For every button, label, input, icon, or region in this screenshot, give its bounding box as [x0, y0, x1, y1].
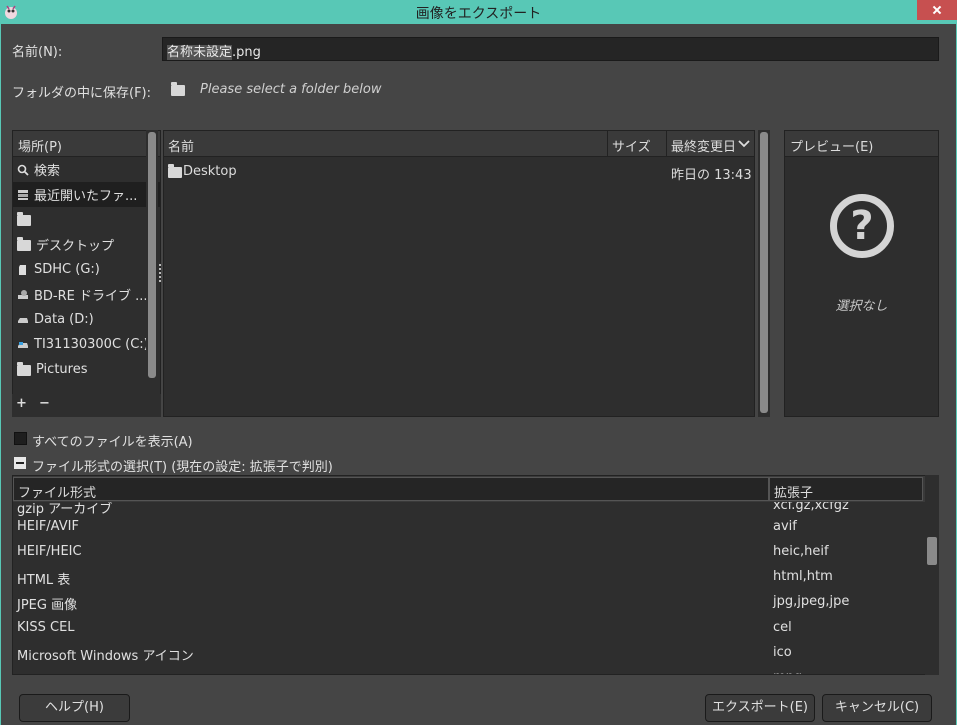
folder-icon	[17, 362, 31, 376]
folder-icon	[17, 237, 31, 251]
remove-bookmark-button[interactable]: −	[39, 396, 50, 411]
place-home[interactable]	[13, 207, 160, 232]
file-type-scrollbar[interactable]	[925, 475, 939, 675]
place-system-c[interactable]: TI31130300C (C:)	[13, 332, 160, 357]
filename-input[interactable]: 名称未設定.png	[162, 37, 939, 61]
show-all-files-checkbox[interactable]	[14, 432, 27, 445]
drive-icon	[18, 317, 28, 323]
file-type-table: gzip アーカイブ xcf.gz,xcfgz HEIF/AVIF avif H…	[12, 475, 938, 675]
folder-icon	[168, 164, 182, 178]
save-in-folder-hint: Please select a folder below	[200, 82, 382, 97]
add-bookmark-button[interactable]: +	[16, 396, 27, 411]
column-modified-header[interactable]: 最終変更日	[671, 136, 736, 155]
file-type-name: HEIF/AVIF	[17, 519, 79, 534]
file-type-label[interactable]: ファイル形式の選択(T) (現在の設定: 拡張子で判別)	[32, 456, 333, 475]
column-name-header[interactable]: 名前	[168, 136, 194, 155]
place-data-d[interactable]: Data (D:)	[13, 307, 160, 332]
file-type-name: KISS CEL	[17, 620, 75, 635]
places-scrollbar[interactable]	[146, 130, 158, 417]
places-sidebar: 場所(P) 検索 最近開いたファ... デスクトップ SDHC (G:) BD-…	[12, 130, 161, 417]
place-label: SDHC (G:)	[34, 262, 100, 277]
scrollbar-thumb[interactable]	[148, 132, 156, 378]
place-sdhc[interactable]: SDHC (G:)	[13, 257, 160, 282]
window-title: 画像をエクスポート	[415, 6, 542, 22]
table-row[interactable]: HEIF/AVIF avif	[13, 515, 925, 540]
file-type-extension: cel	[773, 620, 792, 635]
filename-extension: .png	[232, 45, 261, 60]
optical-drive-icon	[18, 289, 28, 299]
place-label: Pictures	[36, 362, 88, 377]
window-close-button[interactable]	[917, 0, 957, 20]
file-type-name: Microsoft Windows アイコン	[17, 649, 194, 664]
folder-icon[interactable]	[171, 82, 185, 96]
table-row[interactable]: HTML 表 html,htm	[13, 565, 925, 590]
pane-resize-handle[interactable]	[159, 264, 162, 282]
place-search[interactable]: 検索	[13, 157, 160, 182]
file-type-name: JPEG 画像	[17, 598, 78, 613]
file-list: 名前 サイズ 最終変更日 Desktop 昨日の 13:43	[163, 130, 755, 417]
file-type-extension: avif	[773, 519, 797, 534]
place-pictures[interactable]: Pictures	[13, 357, 160, 382]
file-type-name: HEIF/HEIC	[17, 544, 82, 559]
scrollbar-thumb[interactable]	[927, 537, 937, 565]
file-type-extension: jpg,jpeg,jpe	[773, 594, 850, 609]
scrollbar-thumb[interactable]	[760, 132, 768, 413]
recent-icon	[18, 189, 28, 200]
cancel-button[interactable]: キャンセル(C)	[822, 694, 932, 722]
question-icon: ?	[830, 194, 894, 258]
system-drive-icon	[18, 341, 28, 348]
file-name: Desktop	[183, 164, 237, 179]
preview-panel: プレビュー(E) ? 選択なし	[784, 130, 939, 417]
sd-card-icon	[19, 264, 26, 275]
table-row[interactable]: MNG 動画 mng	[13, 666, 925, 674]
place-label: BD-RE ドライブ ...	[34, 289, 148, 304]
table-row[interactable]: KISS CEL cel	[13, 616, 925, 641]
file-type-extension: mng	[773, 670, 802, 674]
place-recent[interactable]: 最近開いたファ...	[13, 182, 160, 207]
place-label: 検索	[34, 164, 61, 179]
file-type-name: HTML 表	[17, 573, 71, 588]
place-label: Data (D:)	[34, 312, 94, 327]
place-label: TI31130300C (C:)	[34, 337, 149, 352]
file-list-scrollbar[interactable]	[758, 130, 770, 417]
sort-descending-icon[interactable]	[738, 140, 750, 148]
table-row[interactable]: Microsoft Windows アイコン ico	[13, 641, 925, 666]
search-icon	[17, 164, 29, 176]
column-file-type-header[interactable]: ファイル形式	[13, 477, 769, 501]
show-all-files-label[interactable]: すべてのファイルを表示(A)	[32, 431, 193, 450]
table-row[interactable]: HEIF/HEIC heic,heif	[13, 540, 925, 565]
title-bar: 画像をエクスポート	[0, 0, 957, 24]
help-button[interactable]: ヘルプ(H)	[19, 694, 130, 722]
file-list-header: 名前 サイズ 最終変更日	[164, 131, 754, 157]
folder-icon	[17, 212, 31, 226]
place-label: デスクトップ	[36, 239, 115, 254]
column-extension-header[interactable]: 拡張子	[769, 477, 923, 501]
preview-empty-text: 選択なし	[835, 299, 888, 314]
preview-header[interactable]: プレビュー(E)	[785, 131, 938, 157]
column-size-header[interactable]: サイズ	[612, 136, 651, 155]
place-bd-re[interactable]: BD-RE ドライブ ...	[13, 282, 160, 307]
export-button[interactable]: エクスポート(E)	[705, 694, 815, 722]
filename-base: 名称未設定	[167, 45, 233, 60]
table-row[interactable]: JPEG 画像 jpg,jpeg,jpe	[13, 590, 925, 615]
places-header[interactable]: 場所(P)	[13, 131, 160, 157]
file-type-extension: heic,heif	[773, 544, 829, 559]
file-type-expander[interactable]	[14, 457, 26, 469]
name-label: 名前(N):	[12, 45, 63, 60]
place-desktop[interactable]: デスクトップ	[13, 232, 160, 257]
file-type-extension: html,htm	[773, 569, 833, 584]
file-type-table-header: ファイル形式 拡張子	[13, 476, 937, 502]
places-toolbar: + −	[12, 394, 161, 417]
save-in-folder-label: フォルダの中に保存(F):	[12, 86, 152, 101]
file-type-name: MNG 動画	[17, 670, 78, 674]
file-type-extension: ico	[773, 645, 792, 660]
file-row[interactable]: Desktop 昨日の 13:43	[164, 159, 754, 183]
file-modified: 昨日の 13:43	[671, 168, 752, 183]
export-dialog: 名前(N): 名称未設定.png フォルダの中に保存(F): Please se…	[0, 24, 957, 725]
place-label: 最近開いたファ...	[34, 189, 138, 204]
